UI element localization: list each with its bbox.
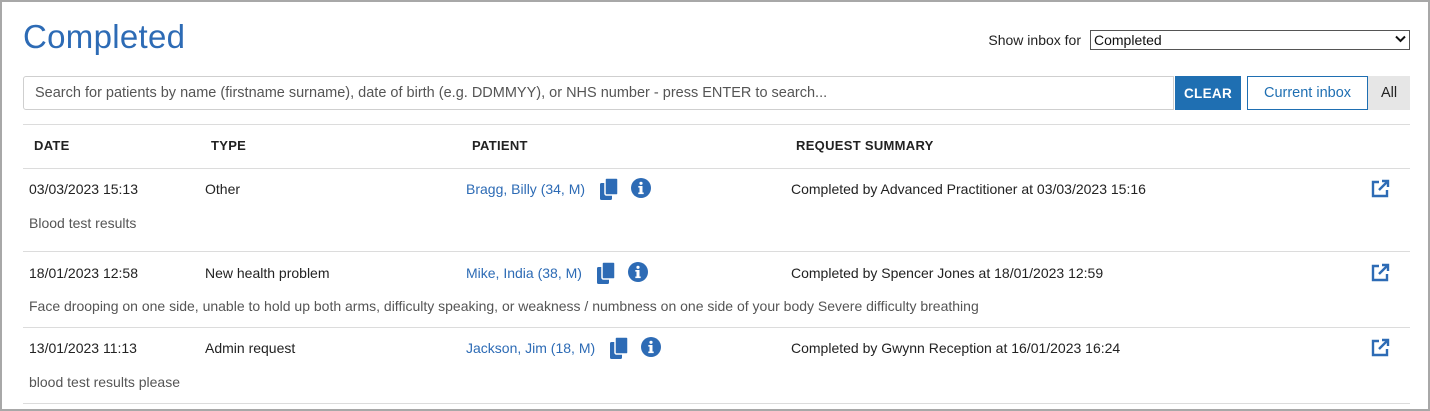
copy-icon[interactable]: [597, 261, 616, 289]
all-button[interactable]: All: [1368, 76, 1410, 110]
patient-link[interactable]: Bragg, Billy (34, M): [466, 181, 585, 197]
patient-link[interactable]: Mike, India (38, M): [466, 265, 582, 281]
row-details: Blood test results: [29, 215, 137, 231]
column-header-type[interactable]: TYPE: [211, 138, 246, 153]
info-icon[interactable]: [631, 178, 651, 203]
row-type: New health problem: [205, 265, 330, 281]
copy-icon[interactable]: [600, 177, 619, 205]
column-header-summary[interactable]: REQUEST SUMMARY: [796, 138, 934, 153]
row-type: Other: [205, 181, 241, 197]
row-date: 18/01/2023 12:58: [29, 265, 138, 281]
patient-link[interactable]: Jackson, Jim (18, M): [466, 340, 595, 356]
inbox-select[interactable]: Completed: [1090, 30, 1410, 50]
info-icon[interactable]: [641, 337, 661, 362]
column-header-date[interactable]: DATE: [34, 138, 70, 153]
copy-icon[interactable]: [610, 336, 629, 364]
search-input[interactable]: [23, 76, 1174, 110]
search-bar: CLEAR Current inbox All: [23, 76, 1410, 110]
table-row[interactable]: 13/01/2023 11:13 Admin request Jackson, …: [23, 328, 1410, 404]
requests-table: DATE TYPE PATIENT REQUEST SUMMARY 03/03/…: [23, 124, 1410, 404]
open-external-icon[interactable]: [1370, 263, 1390, 288]
chevron-down-icon: [1395, 34, 1406, 46]
row-details: blood test results please: [29, 374, 180, 390]
open-external-icon[interactable]: [1370, 338, 1390, 363]
row-date: 03/03/2023 15:13: [29, 181, 138, 197]
inbox-panel: Completed Show inbox for Completed CLEAR…: [0, 0, 1430, 411]
row-details: Face drooping on one side, unable to hol…: [29, 298, 979, 314]
info-icon[interactable]: [628, 262, 648, 287]
row-completed-summary: Completed by Gwynn Reception at 16/01/20…: [791, 340, 1121, 356]
table-row[interactable]: 03/03/2023 15:13 Other Bragg, Billy (34,…: [23, 169, 1410, 252]
table-row[interactable]: 18/01/2023 12:58 New health problem Mike…: [23, 252, 1410, 328]
open-external-icon[interactable]: [1370, 179, 1390, 204]
page-title: Completed: [23, 18, 186, 55]
inbox-filter: Show inbox for Completed: [988, 30, 1410, 50]
row-type: Admin request: [205, 340, 296, 356]
column-header-patient[interactable]: PATIENT: [472, 138, 528, 153]
clear-button[interactable]: CLEAR: [1175, 76, 1241, 110]
row-completed-summary: Completed by Advanced Practitioner at 03…: [791, 181, 1146, 197]
inbox-filter-label: Show inbox for: [988, 32, 1081, 48]
row-date: 13/01/2023 11:13: [29, 340, 137, 356]
inbox-select-value: Completed: [1094, 32, 1162, 48]
current-inbox-button[interactable]: Current inbox: [1247, 76, 1368, 110]
table-header: DATE TYPE PATIENT REQUEST SUMMARY: [23, 124, 1410, 169]
row-completed-summary: Completed by Spencer Jones at 18/01/2023…: [791, 265, 1104, 281]
